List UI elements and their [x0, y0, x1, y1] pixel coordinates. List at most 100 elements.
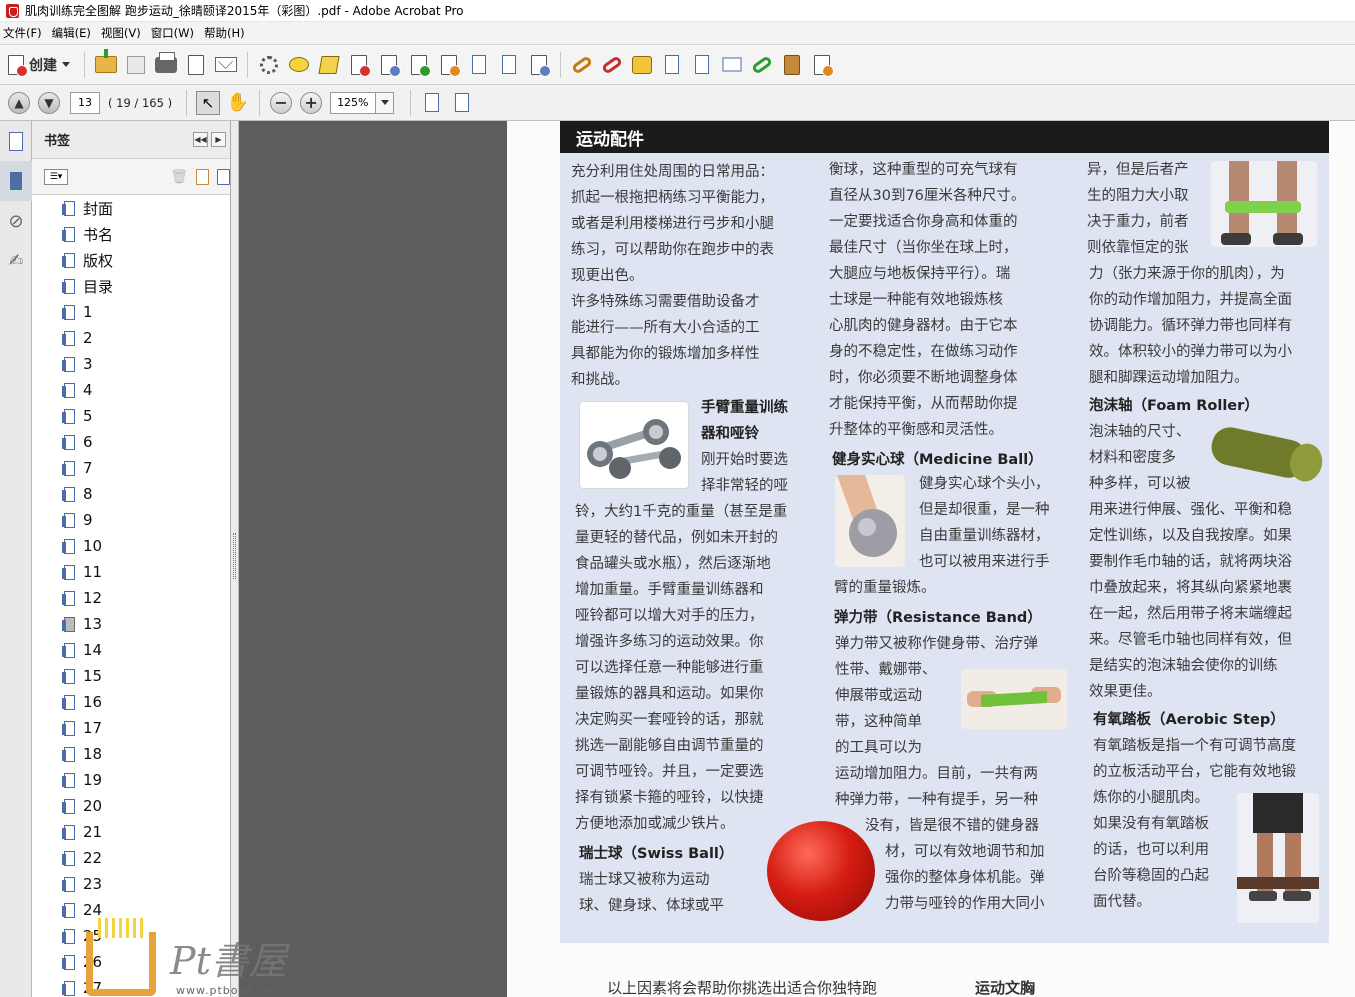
aerobic-step-heading: 有氧踏板（Aerobic Step） [1093, 712, 1285, 728]
bookmark-label: 5 [83, 407, 93, 425]
bookmark-item[interactable]: 14 [42, 637, 212, 663]
fit-page-button[interactable] [417, 89, 447, 117]
create-button[interactable]: 创建 [6, 50, 78, 80]
link-button[interactable] [567, 51, 597, 79]
zoom-dropdown[interactable] [376, 91, 395, 114]
bookmark-item[interactable]: 书名 [42, 221, 212, 247]
sign-button[interactable] [434, 51, 464, 79]
paperclip-icon: ⊘ [8, 210, 24, 232]
prev-page-button[interactable]: ▲ [4, 89, 34, 117]
bookmark-item[interactable]: 1 [42, 299, 212, 325]
menu-window[interactable]: 窗口(W) [148, 25, 201, 41]
band-continued-top: 异，但是后者产 生的阻力大小取 决于重力，前者 则依靠恒定的张 [1087, 162, 1189, 256]
bookmark-item[interactable]: 2 [42, 325, 212, 351]
bookmark-item[interactable]: 封面 [42, 195, 212, 221]
bookmark-icon [62, 850, 75, 866]
bookmark-item[interactable]: 16 [42, 689, 212, 715]
export-button[interactable] [404, 51, 434, 79]
comment-button[interactable] [284, 51, 314, 79]
bookmarks-button[interactable] [0, 161, 32, 201]
bookmark-item[interactable]: 版权 [42, 247, 212, 273]
combine-button[interactable] [494, 51, 524, 79]
bookmark-icon [62, 824, 75, 840]
page-button[interactable] [687, 51, 717, 79]
bookmark-item[interactable]: 21 [42, 819, 212, 845]
bookmark-item[interactable]: 19 [42, 767, 212, 793]
measure-button[interactable] [747, 51, 777, 79]
bookmark-item[interactable]: 目录 [42, 273, 212, 299]
notes-icon [814, 54, 834, 77]
new-bookmark-icon[interactable] [196, 168, 209, 185]
zoom-in-button[interactable]: + [296, 89, 326, 117]
form-button[interactable] [464, 51, 494, 79]
edit-button[interactable] [181, 51, 211, 79]
resistance-band-more: 运动增加阻力。目前，一共有两 种弹力带，一种有提手，另一种 [835, 766, 1038, 808]
bookmark-item[interactable]: 6 [42, 429, 212, 455]
delete-bookmark-icon[interactable]: 🗑 [170, 169, 188, 185]
dumbbell-paragraph: 铃，大约1千克的重量（甚至是重 量更轻的替代品，例如未开封的 食品罐头或水瓶），然后… [575, 504, 788, 832]
save-button[interactable] [121, 51, 151, 79]
bookmark-item[interactable]: 8 [42, 481, 212, 507]
menu-edit[interactable]: 编辑(E) [49, 25, 98, 41]
search-doc-button[interactable] [374, 51, 404, 79]
expand-bookmark-icon[interactable] [217, 168, 230, 185]
bookmark-item[interactable]: 3 [42, 351, 212, 377]
bookmark-item[interactable]: 9 [42, 507, 212, 533]
next-page-button[interactable]: ▼ [34, 89, 64, 117]
hand-tool-button[interactable]: ✋ [223, 89, 253, 117]
highlight-button[interactable] [314, 51, 344, 79]
expand-panel-button[interactable]: ▶ [211, 132, 226, 147]
email-button[interactable] [211, 51, 241, 79]
bookmark-label: 2 [83, 329, 93, 347]
page-icon [695, 55, 709, 74]
collapse-panel-button[interactable]: ◀◀ [193, 132, 208, 147]
plus-icon: + [300, 91, 323, 114]
attachments-button[interactable]: ⊘ [0, 201, 32, 241]
bookmark-icon [62, 876, 75, 892]
bookmark-label: 11 [83, 563, 103, 581]
bookmark-item[interactable]: 7 [42, 455, 212, 481]
bookmark-item[interactable]: 20 [42, 793, 212, 819]
notes-button[interactable] [807, 51, 837, 79]
book-button[interactable] [777, 51, 807, 79]
main-toolbar: 创建 [0, 45, 1355, 85]
full-screen-button[interactable] [447, 89, 477, 117]
menu-help[interactable]: 帮助(H) [201, 25, 252, 41]
bookmark-item[interactable]: 11 [42, 559, 212, 585]
bookmark-item[interactable]: 4 [42, 377, 212, 403]
bookmark-item[interactable]: 15 [42, 663, 212, 689]
attach-button[interactable] [657, 51, 687, 79]
bookmark-item[interactable]: 18 [42, 741, 212, 767]
bookmark-item[interactable]: 22 [42, 845, 212, 871]
splitter-grip[interactable] [233, 533, 236, 579]
bookmark-item[interactable]: 13 [42, 611, 212, 637]
bookmark-item[interactable]: 10 [42, 533, 212, 559]
delete-page-button[interactable] [344, 51, 374, 79]
panel-splitter[interactable] [231, 121, 239, 997]
intro-paragraph: 充分利用住处周围的日常用品： 抓起一根拖把柄练习平衡能力， 或者是利用楼梯进行弓步和… [571, 164, 774, 388]
document-viewer[interactable]: 运动配件 充分利用住处周围的日常用品： 抓起一根拖把柄练习平衡能力， 或者是利用楼梯… [239, 121, 1355, 997]
create-from-button[interactable] [524, 51, 554, 79]
menu-view[interactable]: 视图(V) [98, 25, 148, 41]
scan-button[interactable] [717, 51, 747, 79]
bookmark-item[interactable]: 23 [42, 871, 212, 897]
zoom-input[interactable]: 125% [330, 91, 377, 114]
page-number-input[interactable]: 13 [70, 91, 100, 114]
bookmark-item[interactable]: 17 [42, 715, 212, 741]
watermark-text: Pt書屋 [170, 939, 287, 983]
open-button[interactable] [91, 49, 121, 79]
page-thumbnails-button[interactable] [0, 121, 32, 161]
unlink-button[interactable] [597, 51, 627, 79]
bookmark-item[interactable]: 5 [42, 403, 212, 429]
settings-button[interactable] [254, 51, 284, 79]
stamp-button[interactable] [627, 51, 657, 79]
pages-icon [9, 131, 23, 151]
options-menu-button[interactable]: ☰▾ [44, 168, 68, 185]
zoom-out-button[interactable]: − [266, 89, 296, 117]
signatures-button[interactable]: ✍ [0, 241, 32, 281]
band-continued-paragraph: 力（张力来源于你的肌肉），为 你的动作增加阻力，并提高全面 协调能力。循环弹力带也同… [1089, 266, 1292, 386]
print-button[interactable] [151, 51, 181, 79]
bookmark-item[interactable]: 12 [42, 585, 212, 611]
select-tool-button[interactable]: ↖ [193, 89, 223, 117]
menu-file[interactable]: 文件(F) [0, 25, 49, 41]
